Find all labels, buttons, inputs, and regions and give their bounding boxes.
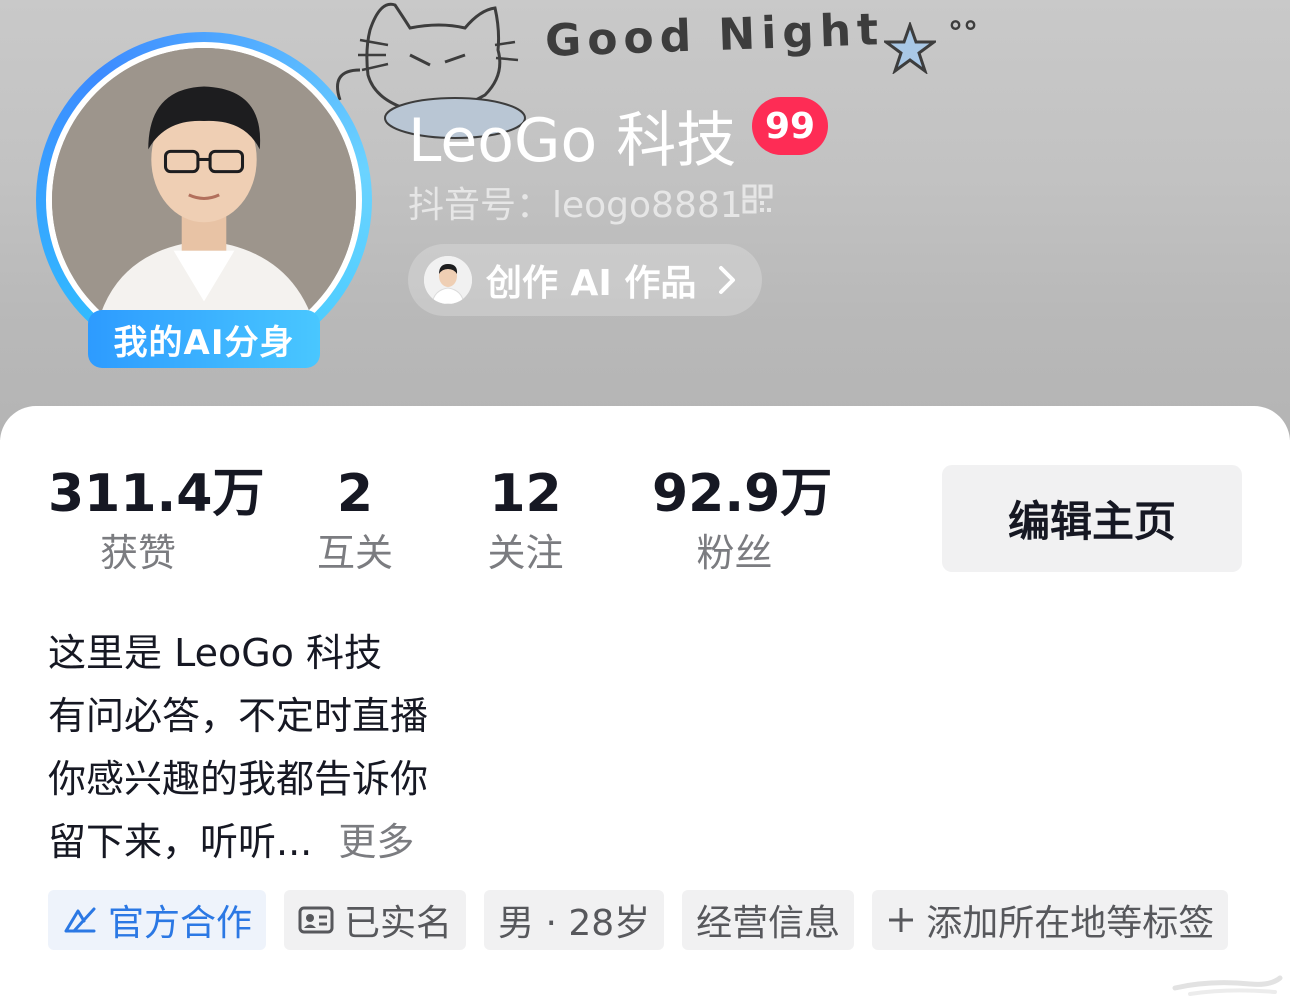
stat-likes[interactable]: 311.4万 获赞 — [48, 462, 265, 580]
profile-banner[interactable]: Good Night °° 我的AI分身 LeoGo 科技 99 抖音号：leo… — [0, 0, 1290, 440]
bio: 这里是 LeoGo 科技 有问必答，不定时直播 你感兴趣的我都告诉你 留下来，听… — [48, 622, 428, 874]
official-cooperation-icon — [64, 907, 96, 933]
douyin-id[interactable]: 抖音号：leogo8881 — [408, 176, 743, 228]
watermark-icon — [1172, 975, 1283, 996]
good-night-text: Good Night — [544, 4, 885, 67]
chevron-right-icon — [719, 266, 736, 294]
tag-label: 经营信息 — [696, 903, 841, 944]
stat-label: 关注 — [487, 531, 564, 575]
tag-label: 男 · 28岁 — [498, 903, 651, 944]
bio-more-link[interactable]: 更多 — [338, 820, 414, 864]
stat-label: 互关 — [316, 531, 393, 575]
bio-line-last: 留下来，听听... 更多 — [48, 811, 428, 874]
stat-value: 2 — [336, 464, 374, 524]
create-ai-works-label: 创作 AI 作品 — [486, 263, 697, 304]
avatar-photo — [52, 48, 356, 352]
profile-page: Good Night °° 我的AI分身 LeoGo 科技 99 抖音号：leo… — [0, 0, 1290, 1005]
bio-line-text: 留下来，听听... — [48, 820, 313, 864]
ai-avatar-badge[interactable]: 我的AI分身 — [88, 310, 320, 368]
profile-tags: 官方合作 已实名 男 · 28岁 经营信息 添加所在地等标签 — [48, 890, 1229, 950]
tag-label: 官方合作 — [108, 903, 253, 944]
bio-line: 这里是 LeoGo 科技 — [48, 631, 382, 675]
tag-add-location[interactable]: 添加所在地等标签 — [872, 890, 1229, 950]
bio-line: 你感兴趣的我都告诉你 — [48, 757, 429, 801]
stat-label: 粉丝 — [696, 531, 773, 575]
edit-profile-button[interactable]: 编辑主页 — [942, 465, 1242, 572]
bio-line: 有问必答，不定时直播 — [48, 694, 429, 738]
stat-value: 311.4万 — [48, 464, 265, 524]
create-ai-works-button[interactable]: 创作 AI 作品 — [408, 244, 762, 316]
decorative-dots: °° — [948, 16, 978, 51]
tag-verified[interactable]: 已实名 — [284, 890, 467, 950]
qr-code-icon[interactable] — [742, 184, 774, 214]
stat-value: 92.9万 — [652, 464, 833, 524]
tag-official-cooperation[interactable]: 官方合作 — [48, 890, 267, 950]
stat-mutual[interactable]: 2 互关 — [310, 462, 400, 580]
stat-followers[interactable]: 92.9万 粉丝 — [652, 462, 833, 580]
tag-business-info[interactable]: 经营信息 — [682, 890, 855, 950]
tag-label: 添加所在地等标签 — [926, 903, 1215, 944]
level-badge[interactable]: 99 — [752, 97, 828, 155]
stat-value: 12 — [489, 464, 562, 524]
mini-avatar — [424, 256, 472, 304]
plus-icon — [889, 908, 914, 932]
tag-gender-age[interactable]: 男 · 28岁 — [484, 890, 665, 950]
stat-following[interactable]: 12 关注 — [478, 462, 573, 580]
person-mini-icon — [424, 256, 472, 304]
person-portrait-icon — [52, 48, 356, 352]
star-icon — [884, 22, 936, 74]
username: LeoGo 科技 — [408, 106, 737, 176]
stat-label: 获赞 — [99, 531, 176, 575]
tag-label: 已实名 — [344, 903, 453, 944]
id-card-icon — [298, 906, 334, 934]
